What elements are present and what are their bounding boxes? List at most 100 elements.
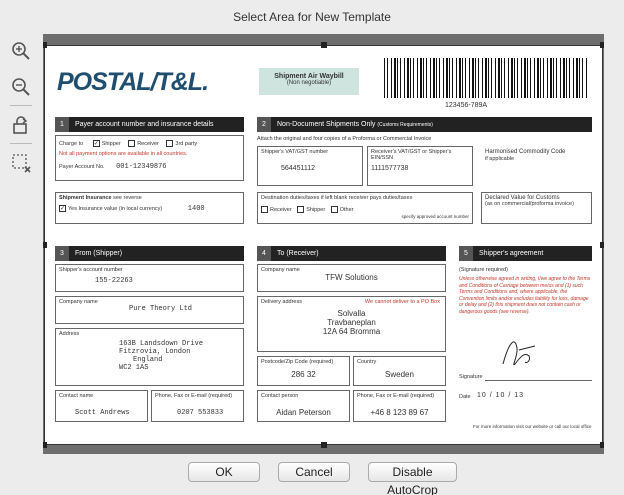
duties-receiver-label: Receiver — [270, 206, 292, 213]
receiver-checkbox[interactable] — [128, 140, 136, 147]
country-box: Country Sweden — [353, 356, 446, 386]
payer-account-value: 001-12349876 — [116, 163, 167, 171]
tool-palette — [6, 34, 38, 454]
zoom-out-icon — [12, 78, 30, 96]
shipper-phone-req: (required) — [208, 393, 233, 399]
handwritten-signature — [502, 341, 536, 366]
postcode-value: 286 32 — [291, 370, 316, 379]
vat-receiver-value: 1111577738 — [371, 165, 409, 172]
section-5-number: 5 — [459, 246, 473, 261]
country-value: Sweden — [385, 370, 414, 379]
signature-line — [485, 380, 592, 381]
signature-label: Signature — [459, 374, 483, 380]
hs-code-sub: if applicable — [485, 156, 515, 162]
waybill-subtitle: (Non negotiable) — [286, 80, 332, 86]
shipper-contact-label: Contact name — [59, 393, 94, 399]
dialog-buttons: OK Cancel Disable AutoCrop — [0, 462, 624, 495]
waybill-title: Shipment Air Waybill — [274, 73, 344, 80]
duties-other-checkbox[interactable] — [330, 206, 338, 213]
receiver-phone-box: Phone, Fax or E-mail (required) +46 8 12… — [353, 390, 446, 422]
vat-shipper-label: Shipper's VAT/GST number — [261, 149, 329, 155]
toolbar-divider — [10, 143, 32, 144]
customs-value-box: Declared Value for Customs (as on commer… — [481, 192, 592, 224]
vat-shipper-value: 564451112 — [281, 165, 315, 172]
shipper-checkbox[interactable]: ✓ — [92, 140, 100, 147]
section-5-title: Shipper's agreement — [479, 250, 544, 257]
section-4-number: 4 — [257, 246, 271, 261]
section-2-number: 2 — [257, 117, 271, 132]
receiver-contact-value: Aidan Peterson — [276, 408, 331, 417]
section-4-header: 4 To (Receiver) — [257, 246, 446, 261]
zoom-out-button[interactable] — [6, 72, 36, 102]
receiver-phone-req: (required) — [410, 393, 435, 399]
insurance-value: 1400 — [187, 205, 205, 213]
insurance-checkbox[interactable]: ✓ — [59, 205, 66, 213]
waybill-document: POSTAL/T&L. Shipment Air Waybill (Non ne… — [45, 46, 602, 444]
duties-receiver-checkbox[interactable] — [261, 206, 268, 213]
receiver-company-box: Company name TFW Solutions — [257, 264, 446, 292]
ok-button[interactable]: OK — [188, 462, 260, 482]
duties-label: Destination duties/taxes if left blank r… — [261, 195, 413, 201]
insurance-label: Shipment Insurance — [59, 195, 112, 201]
charge-to-label: Charge to — [59, 140, 84, 147]
signature-required: (Signature required) — [459, 267, 508, 273]
third-party-checkbox[interactable] — [166, 140, 174, 147]
section-3-title: From (Shipper) — [75, 250, 123, 257]
attach-note: Attach the original and four copies of a… — [257, 136, 432, 142]
postcode-label: Postcode/Zip Code — [261, 359, 308, 365]
clear-selection-button[interactable] — [6, 148, 36, 178]
postcode-box: Postcode/Zip Code (required) 286 32 — [257, 356, 350, 386]
receiver-option-label: Receiver — [137, 140, 159, 147]
shipper-account-label: Shipper's account number — [59, 267, 123, 273]
shipper-address-line: England — [133, 356, 163, 364]
section-1-title: Payer account number and insurance detai… — [75, 121, 214, 128]
cancel-button[interactable]: Cancel — [278, 462, 350, 482]
shipper-address-line: Fitzrovia, London — [119, 348, 191, 356]
insurance-hint: see reverse — [113, 195, 142, 201]
zoom-in-button[interactable] — [6, 36, 36, 66]
toolbar-divider — [10, 105, 32, 106]
shipper-phone-box: Phone, Fax or E-mail (required) 0207 553… — [151, 390, 244, 422]
duties-shipper-label: Shipper — [306, 206, 326, 213]
duties-box: Destination duties/taxes if left blank r… — [257, 192, 473, 224]
receiver-phone-value: +46 8 123 89 67 — [370, 408, 429, 417]
receiver-contact-label: Contact person — [261, 393, 299, 399]
vat-receiver-box: Receiver's VAT/GST or Shipper's EIN/SSN … — [367, 146, 473, 186]
shipper-address-box: Address 163B Landsdown Drive Fitzrovia, … — [55, 328, 244, 386]
shipper-account-box: Shipper's account number 155-22263 — [55, 264, 244, 292]
receiver-phone-label: Phone, Fax or E-mail — [357, 393, 409, 399]
postal-logo: POSTAL/T&L. — [57, 68, 209, 96]
date-value: 10 / 10 / 13 — [477, 392, 525, 399]
shipper-contact-value: Scott Andrews — [75, 409, 130, 417]
section-4-title: To (Receiver) — [277, 250, 319, 257]
receiver-address-line: 12A 64 Bromma — [322, 327, 381, 336]
barcode-number: 123456-789A — [445, 102, 488, 109]
section-3-header: 3 From (Shipper) — [55, 246, 244, 261]
preview-canvas[interactable]: POSTAL/T&L. Shipment Air Waybill (Non ne… — [43, 34, 604, 454]
shipper-option-label: Shipper — [101, 140, 121, 147]
section-2-subtitle: (Customs Requirements) — [377, 122, 433, 128]
waybill-label: Shipment Air Waybill (Non negotiable) — [259, 68, 359, 95]
payer-account-label: Payer Account No. — [59, 164, 105, 170]
shipper-phone-label: Phone, Fax or E-mail — [155, 393, 207, 399]
receiver-address-box: Delivery address We cannot deliver to a … — [257, 296, 446, 352]
zoom-in-icon — [12, 42, 30, 60]
date-label: Date — [459, 394, 471, 400]
barcode — [384, 58, 587, 98]
insurance-box: Shipment Insurance see reverse ✓ Yes Insu… — [55, 192, 244, 224]
section-3-number: 3 — [55, 246, 69, 261]
rotate-button[interactable] — [6, 110, 36, 140]
shipper-address-line: WC2 1AS — [119, 364, 149, 372]
delivery-address-label: Delivery address — [261, 299, 302, 305]
shipper-account-value: 155-22263 — [95, 277, 133, 285]
third-party-option-label: 3rd party — [175, 140, 198, 147]
vat-shipper-box: Shipper's VAT/GST number 564451112 — [257, 146, 363, 186]
disable-autocrop-button[interactable]: Disable AutoCrop — [368, 462, 457, 495]
receiver-company-value: TFW Solutions — [325, 273, 378, 282]
shipper-phone-value: 0207 553833 — [177, 409, 224, 417]
section-2-title: Non-Document Shipments Only — [277, 121, 376, 128]
po-box-note: We cannot deliver to a PO Box — [364, 299, 440, 305]
section-5-header: 5 Shipper's agreement — [459, 246, 592, 261]
duties-shipper-checkbox[interactable] — [297, 206, 305, 213]
customs-value-sub: (as on commercial/proforma invoice) — [485, 201, 574, 207]
